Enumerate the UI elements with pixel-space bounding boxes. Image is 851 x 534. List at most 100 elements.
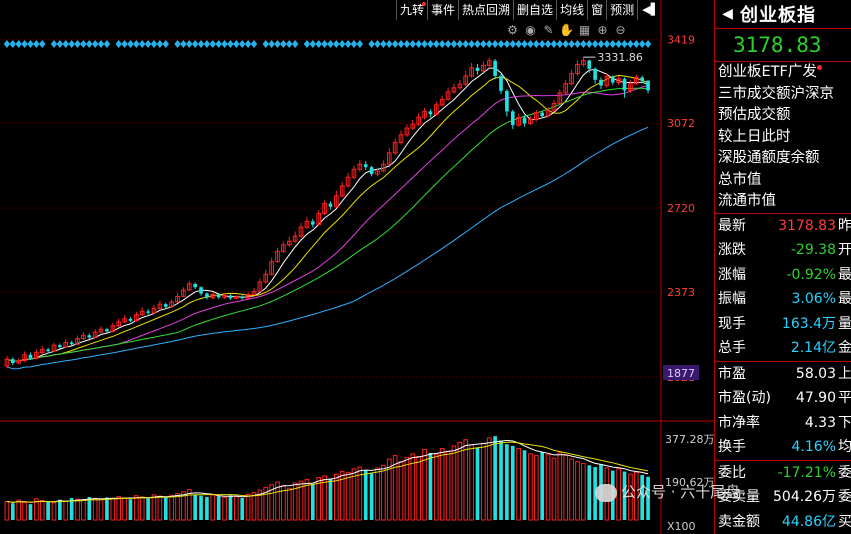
stat-label: 换手 — [718, 439, 746, 455]
play-bar-icon[interactable]: ◀▌ — [638, 0, 663, 20]
volume-bar — [116, 496, 122, 521]
signal-marker — [503, 40, 511, 48]
signal-marker — [474, 40, 481, 48]
signal-marker — [480, 40, 487, 48]
turnover-row: 三市成交额沪深京 — [718, 85, 834, 102]
stat-suffix: 委 — [838, 489, 851, 505]
signal-marker — [27, 40, 34, 48]
candle-body — [193, 283, 197, 288]
volume-bar — [545, 454, 551, 521]
candle-body — [369, 167, 374, 175]
stat-value: 3.06% — [791, 291, 836, 307]
back-arrow-icon[interactable]: ◀ — [715, 6, 740, 22]
candlestick-chart[interactable]: 3419307227202373202118773331.86377.28万19… — [0, 0, 714, 534]
candle-body — [128, 318, 133, 321]
signal-marker — [174, 40, 181, 48]
related-etf-link[interactable]: 创业板ETF广发 — [715, 62, 851, 84]
volume-bar — [139, 496, 145, 521]
toolbar-item-remove-watchlist[interactable]: 删自选 — [514, 0, 558, 20]
volume-bar — [587, 465, 592, 520]
stat-value: 58.03 — [795, 365, 836, 382]
volume-bar — [505, 444, 509, 520]
hand-icon[interactable]: ✋ — [559, 23, 574, 37]
plus-icon[interactable]: ⊕ — [595, 23, 610, 37]
signal-marker — [603, 40, 611, 48]
minus-icon[interactable]: ⊖ — [613, 23, 628, 37]
signal-marker — [574, 40, 581, 48]
stat-label: 涨跌 — [718, 242, 746, 258]
toolbar-item-jiuzhuan[interactable]: 九转 — [397, 0, 429, 20]
signal-marker — [638, 40, 646, 48]
volume-bar — [533, 455, 539, 521]
volume-bar — [463, 439, 469, 521]
toolbar-item-events[interactable]: 事件 — [428, 0, 460, 20]
volume-bar — [469, 444, 474, 521]
candle-body — [199, 287, 203, 294]
grid-icon[interactable]: ▦ — [577, 23, 592, 37]
volume-bar — [486, 437, 492, 521]
signal-marker — [127, 40, 134, 48]
candle-body — [228, 295, 233, 299]
stat-label: 市盈 — [718, 365, 746, 382]
signal-marker — [56, 40, 64, 48]
signal-marker — [280, 40, 287, 48]
signal-marker — [321, 40, 328, 48]
brush-icon[interactable]: ✎ — [541, 23, 556, 37]
quote-stats: 最新 3178.83 昨涨跌 -29.38 开涨幅 -0.92% 最振幅 3.06% 最现手 16… — [715, 214, 851, 361]
volume-bar — [216, 496, 221, 520]
candle-body — [499, 75, 503, 91]
volume-bar — [81, 499, 86, 521]
candle-body — [46, 349, 50, 352]
stat-value: 163.4万 — [781, 315, 836, 332]
max-label: 3331.86 — [597, 51, 643, 64]
candle-body — [510, 111, 515, 126]
ma-line-10 — [6, 74, 649, 362]
est-turnover-row: 预估成交额 — [718, 107, 791, 123]
volume-bar — [175, 493, 180, 521]
volume-bar — [234, 496, 239, 521]
candle-body — [146, 311, 150, 313]
signal-marker — [550, 40, 558, 48]
volume-bar — [328, 478, 333, 520]
candle-body — [493, 60, 497, 76]
valuation-stats: 市盈 58.03 上市盈(动) 47.90 平市净率 4.33 下换手 4.16% 均 — [715, 362, 851, 460]
signal-marker — [233, 40, 240, 48]
signal-marker — [268, 40, 275, 48]
settings-icon[interactable]: ⚙ — [505, 23, 520, 37]
stat-suffix: 最 — [838, 291, 851, 307]
stat-value: -17.21% — [777, 464, 836, 481]
signal-marker — [9, 40, 17, 48]
signal-marker — [262, 40, 269, 48]
volume-bar — [445, 450, 451, 521]
candle-body — [522, 117, 527, 124]
toolbar-item-hotspot-review[interactable]: 热点回溯 — [459, 0, 515, 20]
volume-bar — [398, 461, 404, 521]
signal-marker — [33, 40, 40, 48]
signal-marker — [533, 40, 540, 48]
toolbar-item-window[interactable]: 窗 — [588, 0, 608, 20]
volume-bar — [510, 445, 515, 520]
volume-bar — [575, 461, 580, 521]
stat-suffix: 均 — [838, 439, 851, 455]
signal-marker — [350, 40, 358, 48]
candle-body — [205, 293, 209, 298]
stat-row: 总手 2.14亿金 — [715, 336, 851, 361]
volume-bar — [4, 500, 10, 521]
volume-bar — [540, 452, 545, 520]
current-low-label: 1877 — [667, 367, 695, 380]
stat-suffix: 金 — [838, 340, 851, 356]
volume-bar — [581, 463, 586, 521]
eye-icon[interactable]: ◉ — [523, 23, 538, 37]
signal-marker — [86, 40, 93, 48]
stat-label: 涨幅 — [718, 266, 746, 283]
toolbar-item-moving-average[interactable]: 均线 — [557, 0, 589, 20]
volume-bar — [10, 503, 15, 520]
signal-marker — [644, 40, 652, 48]
stat-value: 4.33 — [804, 414, 836, 431]
volume-bar — [16, 499, 22, 521]
volume-bar — [105, 497, 109, 520]
signal-marker — [515, 40, 522, 48]
toolbar-item-forecast[interactable]: 预测 — [607, 0, 639, 20]
signal-marker — [521, 40, 528, 48]
signal-marker — [333, 40, 340, 48]
